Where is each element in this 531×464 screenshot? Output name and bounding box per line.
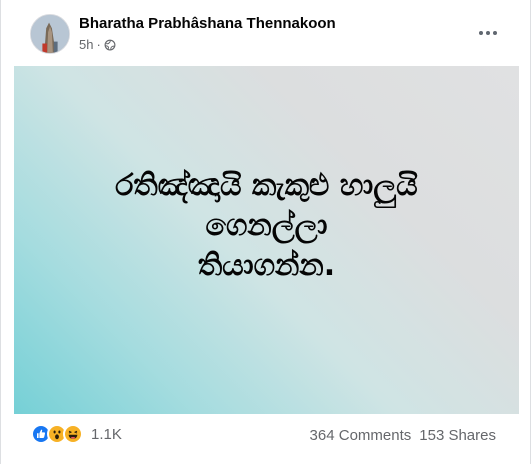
post-footer: 1.1K 364 Comments 153 Shares [1, 414, 530, 464]
more-dot [493, 31, 497, 35]
haha-icon [63, 424, 83, 444]
reactions-summary[interactable]: 1.1K [31, 424, 122, 444]
comments-count-link[interactable]: 364 Comments [310, 427, 412, 444]
post-timestamp[interactable]: 5h [79, 37, 93, 52]
more-horizontal-icon [479, 31, 483, 35]
post-meta: 5h · [79, 37, 116, 52]
shares-count-link[interactable]: 153 Shares [419, 427, 496, 444]
globe-icon[interactable] [104, 39, 116, 51]
reaction-count: 1.1K [91, 425, 122, 443]
post-card: Bharatha Prabhâshana Thennakoon 5h · රති… [0, 0, 531, 464]
author-name[interactable]: Bharatha Prabhâshana Thennakoon [79, 15, 336, 32]
more-dot [486, 31, 490, 35]
post-header: Bharatha Prabhâshana Thennakoon 5h · [1, 0, 530, 66]
post-text: රතිඤ්ඤායි කැකුළු හාලුයි ගෙනල්ලා තියාගන්න… [115, 168, 418, 283]
more-options-button[interactable] [470, 18, 506, 48]
post-background[interactable]: රතිඤ්ඤායි කැකුළු හාලුයි ගෙනල්ලා තියාගන්න… [14, 66, 519, 414]
avatar-image [31, 15, 69, 53]
avatar[interactable] [30, 14, 70, 54]
separator-dot: · [96, 37, 101, 52]
engagement-stats: 364 Comments 153 Shares [310, 427, 496, 444]
